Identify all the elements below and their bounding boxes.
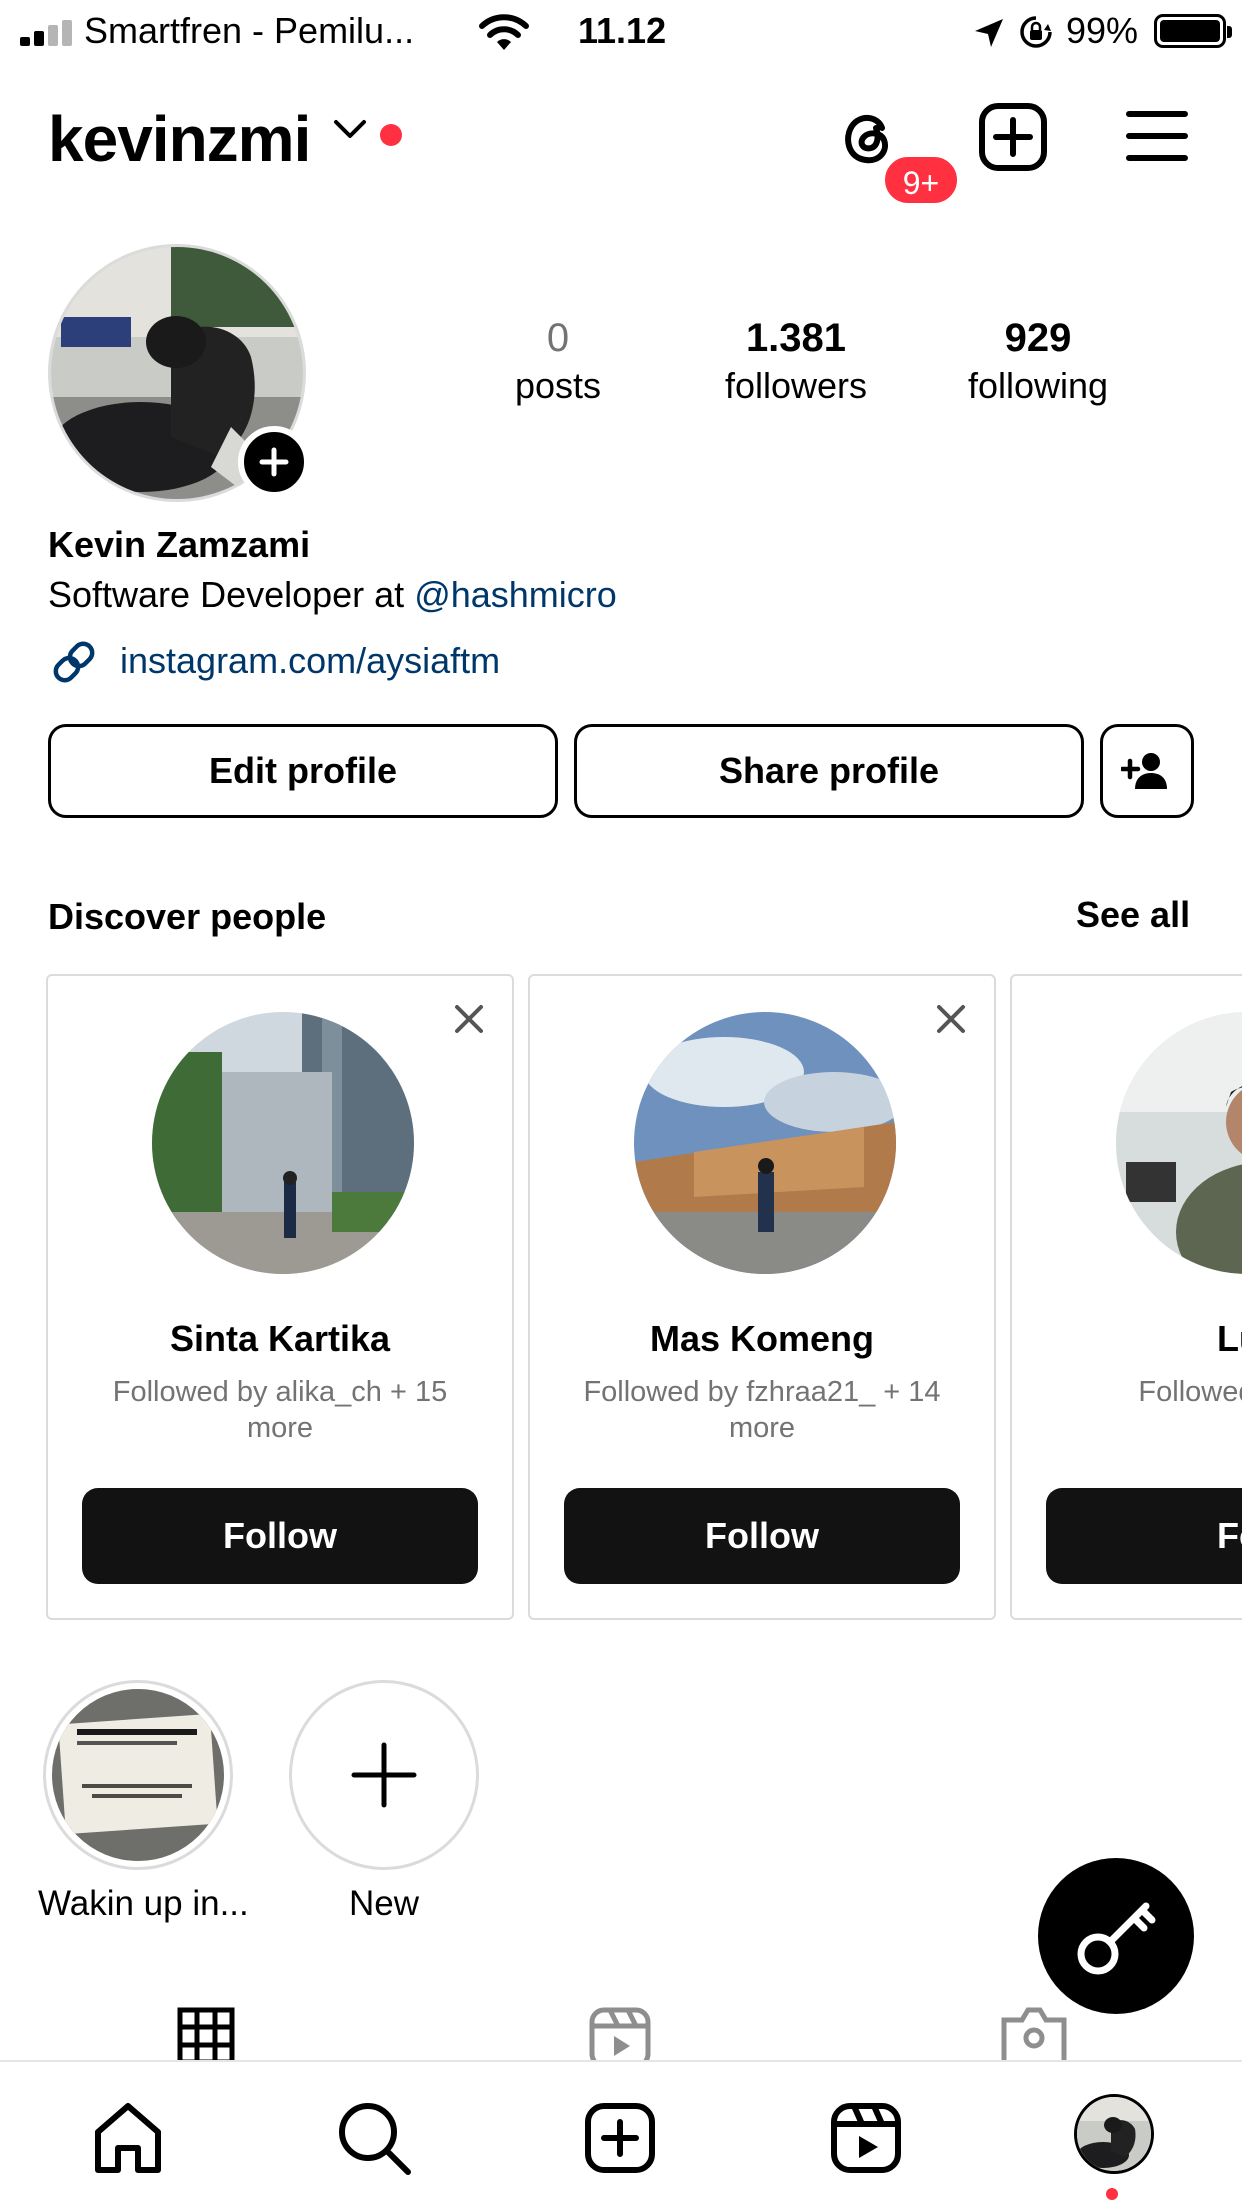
discover-people-title: Discover people bbox=[48, 896, 327, 937]
follow-button[interactable]: Follow bbox=[82, 1488, 478, 1584]
highlight-label: Wakin up in... bbox=[38, 1884, 249, 1923]
stat-posts[interactable]: 0 posts bbox=[448, 316, 668, 407]
suggestion-carousel[interactable]: Sinta Kartika Followed by alika_ch + 15 … bbox=[0, 974, 1242, 1620]
profile-header: kevinzmi 9+ bbox=[0, 80, 1242, 206]
location-arrow-icon bbox=[975, 19, 1003, 47]
suggestion-mutuals: Followed by fzhraa21_ + 14 more bbox=[583, 1376, 941, 1444]
suggestion-name: Sinta Kartika bbox=[169, 1318, 391, 1359]
share-profile-button[interactable]: Share profile bbox=[574, 724, 1084, 818]
create-icon[interactable] bbox=[978, 102, 1048, 172]
plus-icon bbox=[351, 1742, 417, 1808]
menu-icon[interactable] bbox=[1126, 110, 1188, 162]
bio-text: Software Developer at bbox=[48, 574, 415, 615]
notification-badge[interactable]: 9+ bbox=[882, 154, 960, 206]
suggestion-card: Lui Followed by 7 m Fol bbox=[1010, 974, 1242, 1620]
grid-tab-icon[interactable] bbox=[176, 2006, 236, 2062]
profile-tab-avatar[interactable] bbox=[1074, 2094, 1154, 2174]
search-icon[interactable] bbox=[334, 2098, 414, 2178]
chevron-down-icon[interactable] bbox=[332, 118, 368, 142]
suggestion-avatar[interactable] bbox=[152, 1012, 414, 1274]
new-highlight-ring[interactable] bbox=[289, 1680, 479, 1870]
stat-following[interactable]: 929 following bbox=[928, 316, 1148, 407]
suggestion-avatar[interactable] bbox=[1116, 1012, 1242, 1274]
username-switcher[interactable]: kevinzmi bbox=[48, 102, 311, 176]
battery-icon bbox=[1154, 14, 1232, 48]
add-person-icon bbox=[1119, 753, 1167, 789]
new-highlight-label: New bbox=[348, 1884, 420, 1923]
reels-tab-icon[interactable] bbox=[588, 2006, 652, 2062]
suggestion-name: Mas Komeng bbox=[649, 1318, 875, 1359]
following-label: following bbox=[967, 365, 1109, 406]
posts-label: posts bbox=[514, 365, 602, 406]
status-bar: Smartfren - Pemilu... 11.12 99% bbox=[0, 0, 1242, 64]
plus-icon bbox=[259, 447, 289, 477]
close-icon[interactable] bbox=[936, 1004, 966, 1034]
suggestion-name: Lui bbox=[1217, 1318, 1242, 1359]
bio-mention[interactable]: @hashmicro bbox=[414, 574, 617, 615]
highlight-cover-ring[interactable] bbox=[43, 1680, 233, 1870]
carrier-name: Smartfren - Pemilu... bbox=[84, 10, 415, 51]
unread-dot bbox=[380, 124, 402, 146]
battery-percent: 99% bbox=[1066, 10, 1139, 51]
suggestion-avatar[interactable] bbox=[634, 1012, 896, 1274]
highlight-cover bbox=[52, 1689, 224, 1861]
followers-label: followers bbox=[724, 365, 868, 406]
stat-followers[interactable]: 1.381 followers bbox=[686, 316, 906, 407]
new-highlight-button[interactable]: New bbox=[284, 1680, 484, 1924]
suggestion-mutuals: Followed by 7 m bbox=[1138, 1376, 1242, 1408]
signal-icon bbox=[20, 20, 76, 46]
bio: Software Developer at @hashmicro bbox=[48, 574, 617, 616]
tagged-tab-icon[interactable] bbox=[1000, 2006, 1068, 2062]
profile-activity-dot bbox=[1106, 2188, 1118, 2200]
close-icon[interactable] bbox=[454, 1004, 484, 1034]
highlight-item[interactable]: Wakin up in... bbox=[38, 1680, 249, 1924]
new-highlight-inner bbox=[298, 1689, 470, 1861]
wifi-icon bbox=[479, 14, 529, 50]
website-link-text[interactable]: instagram.com/aysiaftm bbox=[120, 640, 500, 682]
link-icon bbox=[53, 641, 95, 683]
rotation-lock-icon bbox=[1020, 16, 1052, 48]
suggestion-mutuals: Followed by alika_ch + 15 more bbox=[112, 1376, 448, 1444]
profile-avatar-container[interactable] bbox=[48, 244, 310, 502]
suggestion-card: Mas Komeng Followed by fzhraa21_ + 14 mo… bbox=[528, 974, 996, 1620]
bottom-navigation bbox=[0, 2060, 1242, 2208]
edit-profile-button[interactable]: Edit profile bbox=[48, 724, 558, 818]
key-icon bbox=[1077, 1902, 1156, 1975]
key-floating-button[interactable] bbox=[1038, 1858, 1194, 2014]
follow-button[interactable]: Fol bbox=[1046, 1488, 1242, 1584]
create-post-icon[interactable] bbox=[580, 2098, 660, 2178]
following-count: 929 bbox=[1004, 316, 1072, 360]
followers-count: 1.381 bbox=[745, 316, 847, 360]
suggestion-card: Sinta Kartika Followed by alika_ch + 15 … bbox=[46, 974, 514, 1620]
add-story-button[interactable] bbox=[238, 426, 310, 498]
content-tabs bbox=[0, 2006, 1242, 2062]
see-all-link[interactable]: See all bbox=[1076, 894, 1190, 936]
posts-count: 0 bbox=[546, 316, 570, 360]
clock: 11.12 bbox=[578, 10, 667, 51]
discover-people-toggle-button[interactable] bbox=[1100, 724, 1194, 818]
reels-icon[interactable] bbox=[826, 2098, 906, 2178]
follow-button[interactable]: Follow bbox=[564, 1488, 960, 1584]
home-icon[interactable] bbox=[88, 2098, 168, 2178]
full-name: Kevin Zamzami bbox=[48, 524, 311, 565]
